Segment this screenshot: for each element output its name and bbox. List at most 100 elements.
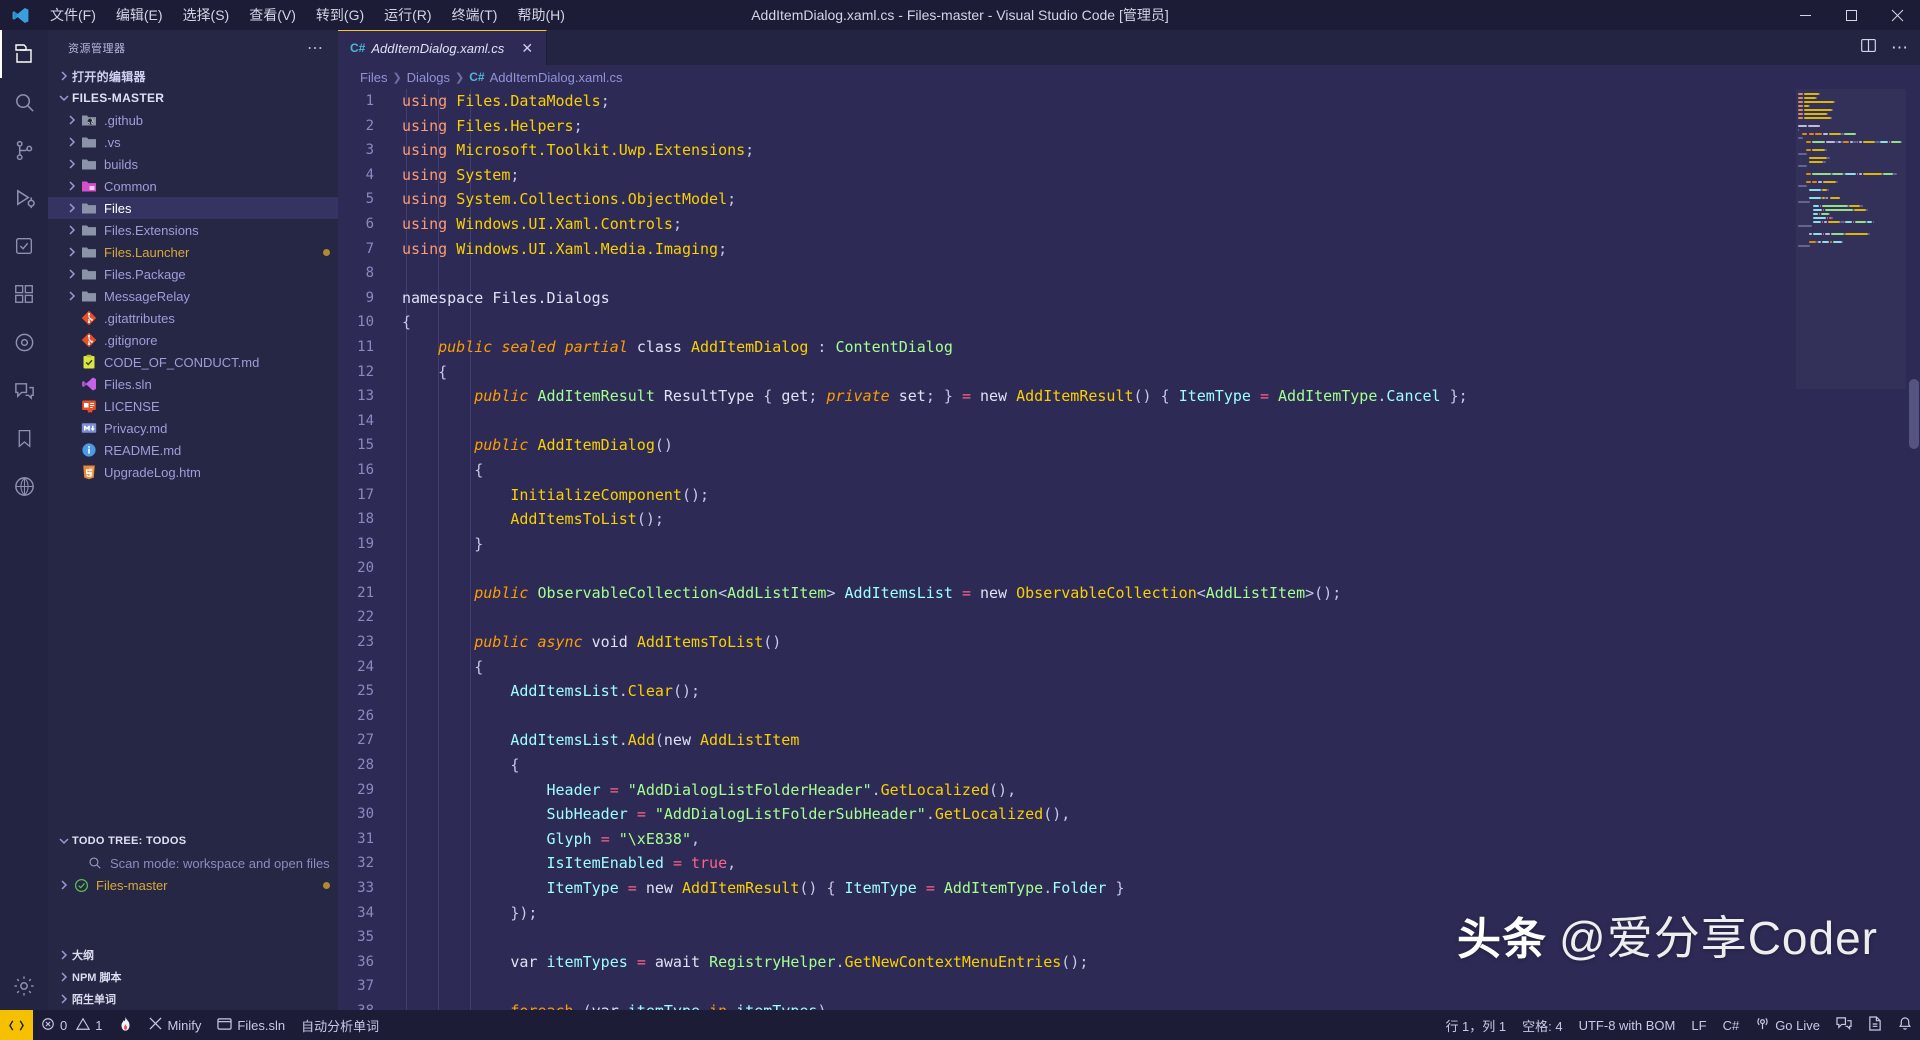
activity-run-debug[interactable] [0,174,48,222]
section-npm-scripts[interactable]: NPM 脚本 [48,966,338,988]
status-auto-analyze[interactable]: 自动分析单词 [293,1010,387,1040]
tree-item-vs[interactable]: .vs [48,131,338,153]
maximize-button[interactable] [1828,0,1874,30]
activity-bookmarks[interactable] [0,414,48,462]
close-icon[interactable]: ✕ [518,39,536,57]
status-remote-indicator[interactable] [0,1010,33,1040]
status-notifications[interactable] [1890,1010,1920,1040]
tree-item-gitignore[interactable]: .gitignore [48,329,338,351]
line-number: 25 [338,679,394,704]
minimap-segment [1830,197,1840,199]
todo-scan-mode: Scan mode: workspace and open files [48,852,338,874]
section-open-editors[interactable]: 打开的编辑器 [48,65,338,87]
menu-terminal[interactable]: 终端(T) [442,0,508,30]
status-language-mode[interactable]: C# [1715,1010,1748,1040]
tree-item-license[interactable]: LICENSE [48,395,338,417]
tree-item-github[interactable]: .github [48,109,338,131]
section-unknown-words[interactable]: 陌生单词 [48,988,338,1010]
window-icon [217,1017,232,1034]
section-workspace-files-master[interactable]: FILES-MASTER [48,87,338,109]
activity-extensions[interactable] [0,270,48,318]
scrollbar-thumb[interactable] [1909,379,1919,449]
status-eol[interactable]: LF [1683,1010,1714,1040]
tree-item-files[interactable]: Files [48,197,338,219]
solution-label: Files.sln [237,1018,285,1033]
status-encoding[interactable]: UTF-8 with BOM [1571,1010,1684,1040]
tree-item-builds[interactable]: builds [48,153,338,175]
activity-test[interactable] [0,222,48,270]
activity-search[interactable] [0,78,48,126]
go-live-label: Go Live [1775,1018,1820,1033]
menu-file[interactable]: 文件(F) [40,0,106,30]
minimap-segment [1825,209,1854,211]
sidebar-more-actions-button[interactable]: ⋯ [299,38,332,58]
editor-scrollbar[interactable] [1906,89,1920,1010]
tree-item-files-sln[interactable]: Files.sln [48,373,338,395]
status-indentation[interactable]: 空格: 4 [1514,1010,1570,1040]
status-minify[interactable]: Minify [141,1010,209,1040]
tree-item-code-of-conduct-md[interactable]: CODE_OF_CONDUCT.md [48,351,338,373]
menu-help[interactable]: 帮助(H) [507,0,574,30]
activity-source-control[interactable] [0,126,48,174]
status-open-changes[interactable] [1860,1010,1890,1040]
ellipsis-icon[interactable]: ⋯ [1891,39,1908,56]
tree-item-privacy-md[interactable]: Privacy.md [48,417,338,439]
code-line: 17 InitializeComponent(); [338,483,1920,508]
minimap-segment [1831,233,1844,235]
todo-tree-root-row[interactable]: Files-master [48,874,338,896]
minimap-segment [1818,241,1821,243]
code-editor[interactable]: 1using Files.DataModels;2using Files.Hel… [338,89,1920,1010]
status-solution[interactable]: Files.sln [209,1010,293,1040]
menu-run[interactable]: 运行(R) [374,0,441,30]
menu-edit[interactable]: 编辑(E) [106,0,173,30]
minimap-segment [1843,141,1850,143]
status-go-live[interactable]: Go Live [1747,1010,1828,1040]
breadcrumb-item-dialogs[interactable]: Dialogs [407,70,450,85]
line-number: 4 [338,163,394,188]
status-flame[interactable] [110,1010,141,1040]
close-button[interactable] [1874,0,1920,30]
activity-explorer[interactable] [0,30,48,78]
tree-item-common[interactable]: Common [48,175,338,197]
section-todo-tree[interactable]: TODO TREE: TODOS [48,830,338,852]
minimap-segment [1863,141,1875,143]
menu-selection[interactable]: 选择(S) [173,0,240,30]
tree-item-gitattributes[interactable]: .gitattributes [48,307,338,329]
activity-todo-tree[interactable] [0,318,48,366]
minimap-segment [1820,205,1821,207]
minimap-segment [1798,125,1807,127]
line-number: 22 [338,605,394,630]
tree-item-messagerelay[interactable]: MessageRelay [48,285,338,307]
activity-live-share[interactable] [0,366,48,414]
tree-item-files-package[interactable]: Files.Package [48,263,338,285]
section-outline[interactable]: 大纲 [48,944,338,966]
minimap-segment [1804,117,1832,119]
tab-additemdialog-xaml-cs[interactable]: C# AddItemDialog.xaml.cs ✕ [338,30,547,65]
split-editor-icon[interactable] [1860,37,1877,59]
folder-icon [80,134,98,150]
minimize-button[interactable] [1782,0,1828,30]
minimap[interactable] [1796,89,1906,1010]
activity-manage-settings[interactable] [0,962,48,1010]
breadcrumb-item-files[interactable]: Files [360,70,387,85]
tree-item-readme-md[interactable]: README.md [48,439,338,461]
code-line: 10{ [338,310,1920,335]
status-live-share[interactable] [1828,1010,1860,1040]
activity-project-manager[interactable] [0,462,48,510]
status-cursor-position[interactable]: 行 1，列 1 [1437,1010,1514,1040]
tree-item-upgradelog-htm[interactable]: UpgradeLog.htm [48,461,338,483]
tree-item-label: Files.Extensions [104,223,199,238]
menu-view[interactable]: 查看(V) [239,0,306,30]
breadcrumb-item-file[interactable]: AddItemDialog.xaml.cs [490,70,623,85]
menu-go[interactable]: 转到(G) [306,0,374,30]
tree-item-files-launcher[interactable]: Files.Launcher [48,241,338,263]
line-content: using System; [394,163,519,188]
status-problems[interactable]: 0 1 [33,1010,110,1040]
folder-icon [80,200,98,216]
line-content: { [394,360,447,385]
tree-item-files-extensions[interactable]: Files.Extensions [48,219,338,241]
code-line: 29 Header = "AddDialogListFolderHeader".… [338,778,1920,803]
code-content[interactable]: 1using Files.DataModels;2using Files.Hel… [338,89,1920,1010]
line-content [394,704,411,729]
line-content: using Files.DataModels; [394,89,610,114]
